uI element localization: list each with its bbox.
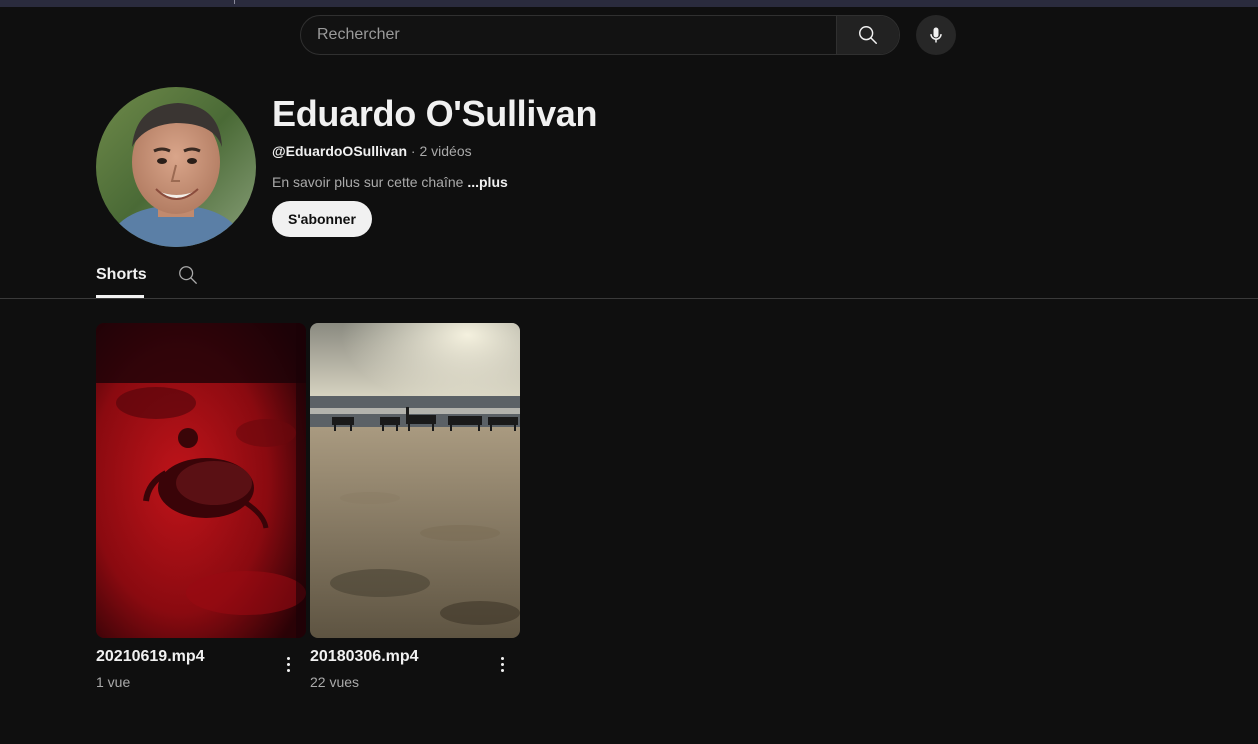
description-text: En savoir plus sur cette chaîne (272, 174, 468, 190)
short-views: 22 vues (310, 674, 360, 690)
thumbnail-image (310, 323, 520, 638)
browser-top-strip (0, 0, 1258, 7)
tabs-divider (0, 298, 1258, 299)
description-more-link[interactable]: ...plus (467, 174, 507, 190)
avatar-image (96, 87, 256, 247)
channel-description[interactable]: En savoir plus sur cette chaîne ...plus (272, 174, 508, 190)
short-thumbnail[interactable] (310, 323, 520, 638)
channel-avatar[interactable] (96, 87, 256, 247)
search-icon (179, 266, 197, 284)
channel-search-button[interactable] (177, 264, 199, 291)
short-title[interactable]: 20180306.mp4 (310, 648, 419, 666)
thumbnail-image (96, 323, 306, 638)
search-input[interactable] (301, 16, 836, 54)
short-views: 1 vue (96, 674, 131, 690)
more-options-icon[interactable] (280, 653, 296, 675)
more-options-icon[interactable] (494, 653, 510, 675)
short-title[interactable]: 20210619.mp4 (96, 648, 205, 666)
search-bar (300, 15, 900, 55)
search-icon (859, 26, 877, 44)
tab-shorts[interactable]: Shorts (96, 266, 147, 284)
microphone-icon (930, 27, 942, 43)
voice-search-button[interactable] (916, 15, 956, 55)
short-thumbnail[interactable] (96, 323, 306, 638)
channel-handle: @EduardoOSullivan (272, 143, 408, 159)
channel-meta: @EduardoOSullivan · 2 vidéos (272, 143, 472, 159)
short-card: 20210619.mp4 1 vue (96, 323, 306, 690)
video-count: 2 vidéos (419, 143, 472, 159)
search-button[interactable] (836, 16, 899, 54)
subscribe-button[interactable]: S'abonner (272, 201, 372, 237)
meta-separator: · (407, 143, 420, 159)
short-card: 20180306.mp4 22 vues (310, 323, 520, 690)
channel-name: Eduardo O'Sullivan (272, 93, 598, 134)
